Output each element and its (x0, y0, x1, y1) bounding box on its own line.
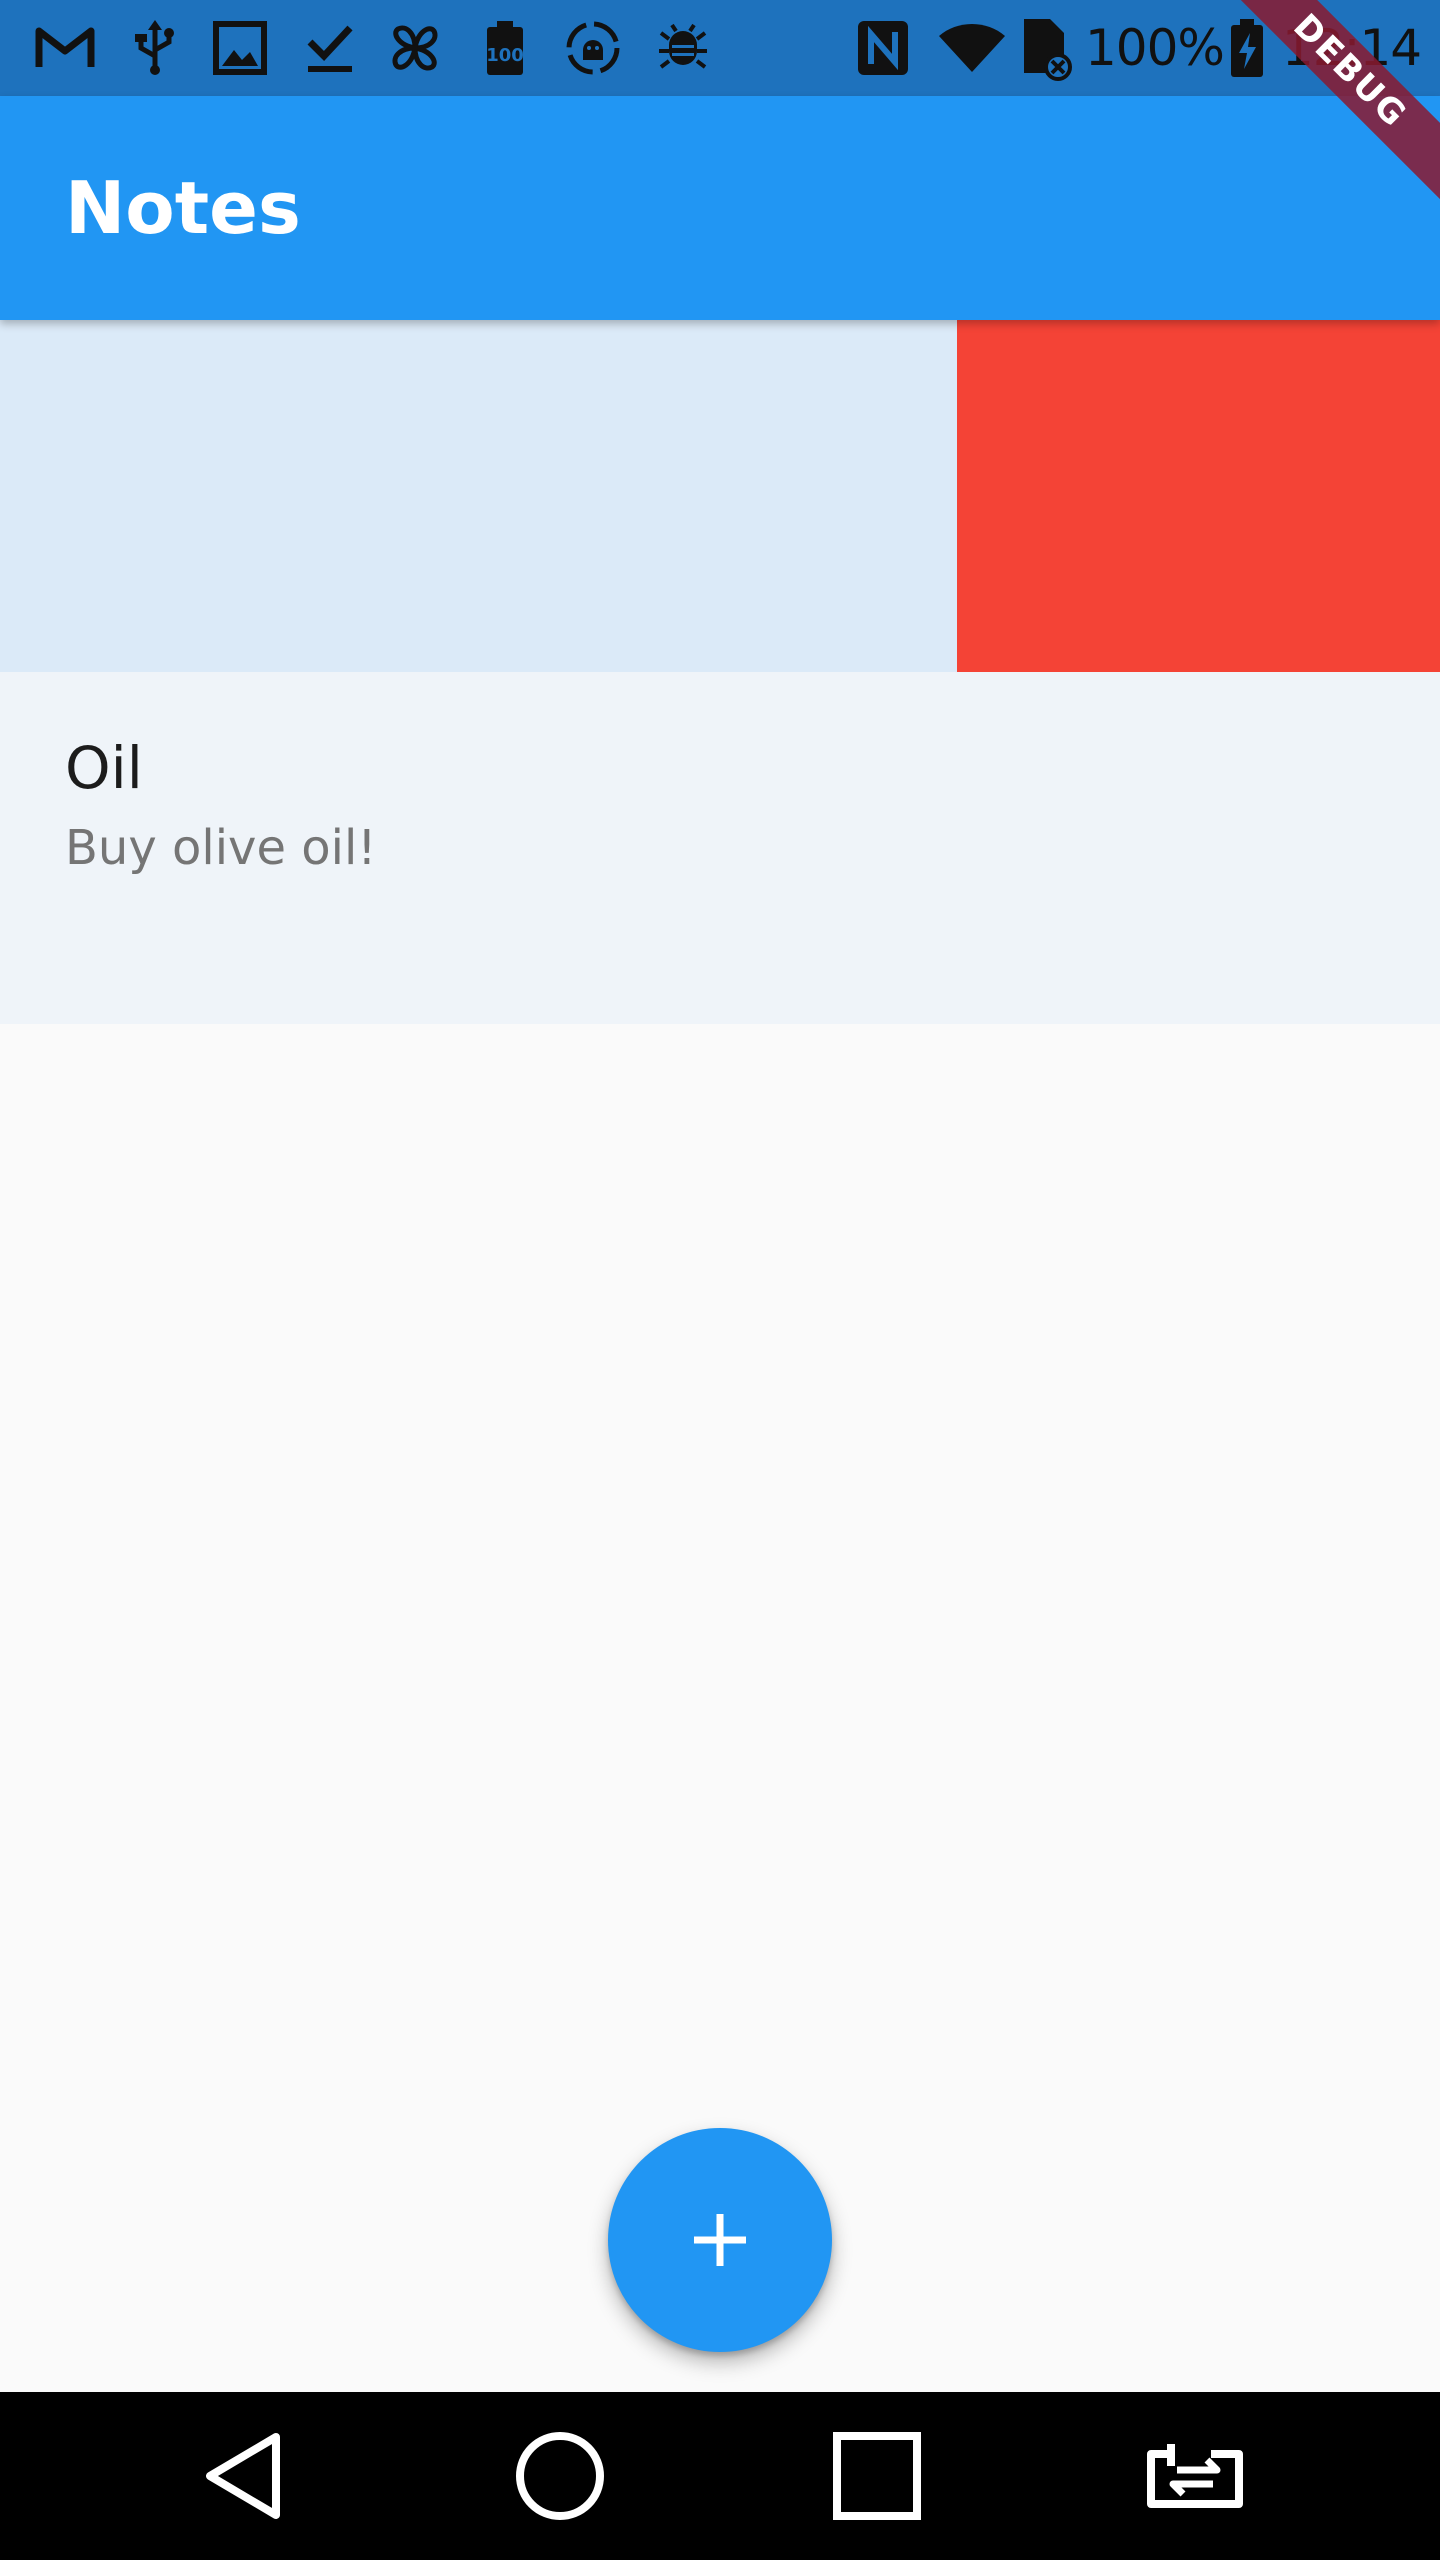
gmail-icon (30, 0, 100, 96)
note-title: Oil (65, 734, 143, 802)
app-screen: 100 100% 12:14 DEBUG Notes (0, 0, 1440, 2560)
rotate-button[interactable] (1105, 2392, 1285, 2560)
image-icon (205, 0, 275, 96)
navigation-bar (0, 2392, 1440, 2560)
rotate-icon (1147, 2444, 1243, 2508)
app-bar: Notes (0, 96, 1440, 320)
download-done-icon (295, 0, 365, 96)
usb-icon (120, 0, 190, 96)
android-sync-icon (555, 0, 630, 96)
recents-icon (833, 2432, 921, 2520)
page-title: Notes (65, 166, 301, 250)
status-bar: 100 100% 12:14 (0, 0, 1440, 96)
back-button[interactable] (155, 2392, 335, 2560)
pinwheel-icon (380, 0, 450, 96)
list-item-swiped[interactable] (0, 320, 1440, 672)
battery-100-icon: 100 (470, 0, 540, 96)
svg-text:100: 100 (486, 45, 524, 66)
home-icon (516, 2432, 604, 2520)
list-item[interactable]: Oil Buy olive oil! (0, 672, 1440, 1024)
sim-off-icon (1015, 0, 1075, 96)
recents-button[interactable] (787, 2392, 967, 2560)
swiped-item-content[interactable] (0, 320, 957, 672)
back-icon (206, 2433, 280, 2519)
battery-percent: 100% (1085, 19, 1225, 77)
home-button[interactable] (470, 2392, 650, 2560)
wifi-icon (934, 0, 1009, 96)
bug-icon (645, 0, 720, 96)
nfc-icon (848, 0, 918, 96)
note-body: Buy olive oil! (65, 820, 377, 876)
plus-icon (694, 2214, 746, 2266)
add-note-button[interactable] (608, 2128, 832, 2352)
